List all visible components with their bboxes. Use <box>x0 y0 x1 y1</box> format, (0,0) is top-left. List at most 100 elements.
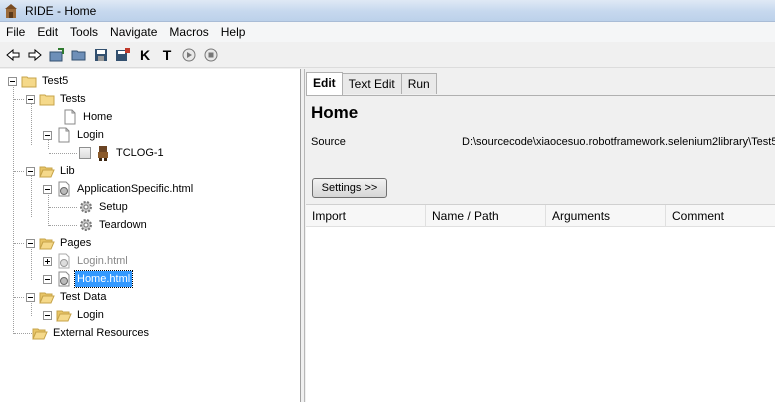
search-tests-button[interactable]: T <box>157 45 177 65</box>
forward-arrow-icon <box>28 48 42 61</box>
tree-node-test-data[interactable]: Test Data <box>26 288 108 306</box>
tree-node-teardown[interactable]: Teardown <box>78 216 149 234</box>
tab-run[interactable]: Run <box>400 73 437 94</box>
title-bar: RIDE - Home <box>0 0 775 22</box>
window-title: RIDE - Home <box>25 3 97 18</box>
ride-app-icon <box>3 3 19 19</box>
tree-label: TCLOG-1 <box>116 147 164 159</box>
resource-file-icon <box>58 253 70 269</box>
expand-toggle[interactable] <box>43 256 52 266</box>
tree-label: Teardown <box>99 219 147 231</box>
open-folder-icon <box>32 328 48 340</box>
column-arguments[interactable]: Arguments <box>546 205 666 226</box>
import-table[interactable]: Import Name / Path Arguments Comment <box>306 204 775 402</box>
open-suite-icon <box>49 47 64 61</box>
run-button[interactable] <box>179 45 199 65</box>
source-path: D:\sourcecode\xiaocesuo.robotframework.s… <box>462 136 775 148</box>
tab-text-edit[interactable]: Text Edit <box>341 73 402 94</box>
column-name-path[interactable]: Name / Path <box>426 205 546 226</box>
project-tree[interactable]: Test5 Tests Home Login TCLOG-1 Lib Appli… <box>0 69 301 402</box>
file-icon <box>64 109 76 125</box>
back-button[interactable] <box>3 45 23 65</box>
tree-node-external-resources[interactable]: External Resources <box>32 324 151 342</box>
tree-node-test5[interactable]: Test5 <box>8 72 70 90</box>
page-title: Home <box>311 103 359 122</box>
tree-node-test-data-login[interactable]: Login <box>43 306 106 324</box>
stop-icon <box>204 48 218 61</box>
tree-node-login[interactable]: Login <box>43 126 106 144</box>
toolbar: K T <box>0 42 775 68</box>
menu-bar: File Edit Tools Navigate Macros Help <box>0 22 775 42</box>
panel-splitter[interactable] <box>301 69 305 402</box>
menu-tools[interactable]: Tools <box>64 22 104 42</box>
collapse-toggle[interactable] <box>43 310 52 320</box>
save-all-button[interactable] <box>113 45 133 65</box>
tree-label: Pages <box>60 237 92 249</box>
collapse-toggle[interactable] <box>43 274 52 284</box>
menu-navigate[interactable]: Navigate <box>104 22 163 42</box>
tree-node-home-html[interactable]: Home.html <box>43 270 134 288</box>
editor-panel: Edit Text Edit Run Home Source D:\source… <box>306 69 775 402</box>
tree-label: Lib <box>60 165 75 177</box>
tree-node-tclog-1[interactable]: TCLOG-1 <box>79 144 166 162</box>
tree-label: Test5 <box>42 75 69 87</box>
search-keywords-icon: K <box>139 46 151 63</box>
folder-icon <box>39 94 55 106</box>
tree-node-tests[interactable]: Tests <box>26 90 88 108</box>
tree-node-lib[interactable]: Lib <box>26 162 77 180</box>
tree-label: Tests <box>60 93 86 105</box>
collapse-toggle[interactable] <box>43 130 52 140</box>
stop-button[interactable] <box>201 45 221 65</box>
menu-macros[interactable]: Macros <box>163 22 214 42</box>
forward-button[interactable] <box>25 45 45 65</box>
save-icon <box>95 48 107 61</box>
tab-edit[interactable]: Edit <box>306 72 343 95</box>
collapse-toggle[interactable] <box>26 166 35 176</box>
file-icon <box>58 127 70 143</box>
open-directory-icon <box>71 50 86 60</box>
tree-label: Home <box>83 111 113 123</box>
gear-icon <box>80 219 92 231</box>
menu-edit[interactable]: Edit <box>31 22 64 42</box>
collapse-toggle[interactable] <box>8 76 17 86</box>
run-icon <box>182 48 196 61</box>
open-folder-icon <box>39 238 55 250</box>
collapse-toggle[interactable] <box>26 292 35 302</box>
open-folder-icon <box>56 310 72 322</box>
tree-label: Setup <box>99 201 128 213</box>
menu-file[interactable]: File <box>0 22 31 42</box>
open-directory-button[interactable] <box>69 45 89 65</box>
tree-label: External Resources <box>53 327 149 339</box>
search-keywords-button[interactable]: K <box>135 45 155 65</box>
tree-node-home[interactable]: Home <box>62 108 114 126</box>
save-button[interactable] <box>91 45 111 65</box>
tree-node-pages[interactable]: Pages <box>26 234 93 252</box>
test-checkbox[interactable] <box>79 147 91 159</box>
tree-node-login-html[interactable]: Login.html <box>43 252 130 270</box>
column-import[interactable]: Import <box>306 205 426 226</box>
save-all-icon <box>116 47 130 61</box>
editor-tabs: Edit Text Edit Run <box>306 72 437 95</box>
open-folder-icon <box>39 292 55 304</box>
resource-file-icon <box>58 271 70 287</box>
collapse-toggle[interactable] <box>26 238 35 248</box>
column-comment[interactable]: Comment <box>666 205 775 226</box>
folder-icon <box>21 76 37 88</box>
import-table-header: Import Name / Path Arguments Comment <box>306 205 775 227</box>
back-arrow-icon <box>6 48 20 61</box>
settings-button[interactable]: Settings >> <box>312 178 387 198</box>
tree-node-applicationspecific[interactable]: ApplicationSpecific.html <box>43 180 195 198</box>
gear-icon <box>80 201 92 213</box>
search-tests-icon: T <box>162 46 172 63</box>
tree-label-selected: Home.html <box>73 270 134 288</box>
open-suite-button[interactable] <box>47 45 67 65</box>
source-label: Source <box>311 136 346 148</box>
tree-label: Login <box>77 129 104 141</box>
tree-label: Login.html <box>77 255 128 267</box>
menu-help[interactable]: Help <box>215 22 252 42</box>
resource-file-icon <box>58 181 70 197</box>
edit-tab-content: Home Source D:\sourcecode\xiaocesuo.robo… <box>306 95 775 402</box>
tree-node-setup[interactable]: Setup <box>78 198 130 216</box>
collapse-toggle[interactable] <box>43 184 52 194</box>
collapse-toggle[interactable] <box>26 94 35 104</box>
